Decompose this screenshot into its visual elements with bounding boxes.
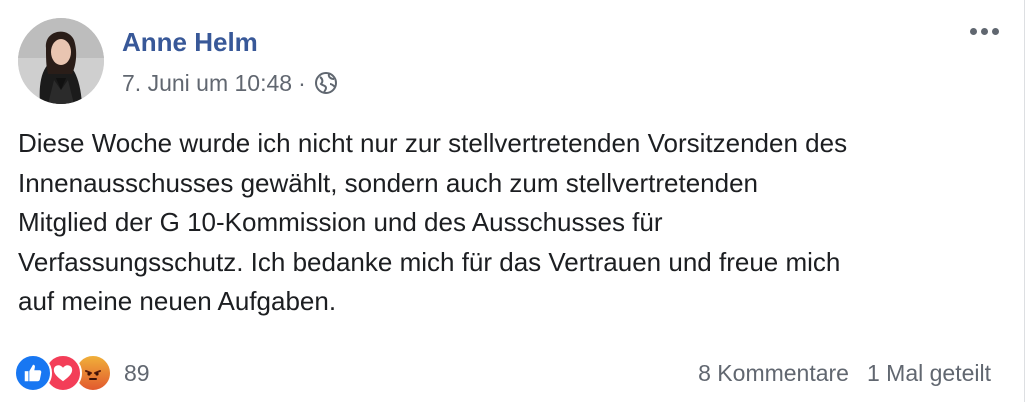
more-options-icon[interactable] (970, 28, 999, 35)
comments-link[interactable]: 8 Kommentare (698, 360, 849, 387)
reactions-summary[interactable]: 89 (14, 354, 150, 392)
meta-separator: · (298, 69, 306, 96)
more-dot (981, 28, 988, 35)
like-icon (14, 354, 52, 392)
globe-icon[interactable] (314, 71, 338, 95)
facebook-post: Anne Helm 7. Juni um 10:48 · Diese Woche… (0, 0, 1033, 402)
post-text-line: Mitglied der G 10-Kommission und des Aus… (18, 207, 663, 237)
post-text-line: Innenausschusses gewählt, sondern auch z… (18, 167, 758, 198)
shares-link[interactable]: 1 Mal geteilt (867, 360, 991, 387)
post-text-line: Verfassungsschutz. Ich bedanke mich für … (18, 246, 841, 277)
more-dot (992, 28, 999, 35)
more-dot (970, 28, 977, 35)
avatar[interactable] (18, 18, 104, 104)
author-name[interactable]: Anne Helm (122, 26, 258, 58)
profile-photo (18, 18, 104, 104)
post-border (1024, 0, 1025, 402)
post-meta: 7. Juni um 10:48 · (122, 68, 338, 98)
post-timestamp[interactable]: 7. Juni um 10:48 (122, 70, 292, 97)
engagement-stats: 8 Kommentare 1 Mal geteilt (698, 360, 991, 387)
post-text: Diese Woche wurde ich nicht nur zur stel… (18, 124, 1008, 322)
post-text-line: auf meine neuen Aufgaben. (18, 286, 337, 316)
reaction-count[interactable]: 89 (124, 360, 150, 387)
post-text-line: Diese Woche wurde ich nicht nur zur stel… (18, 128, 848, 158)
